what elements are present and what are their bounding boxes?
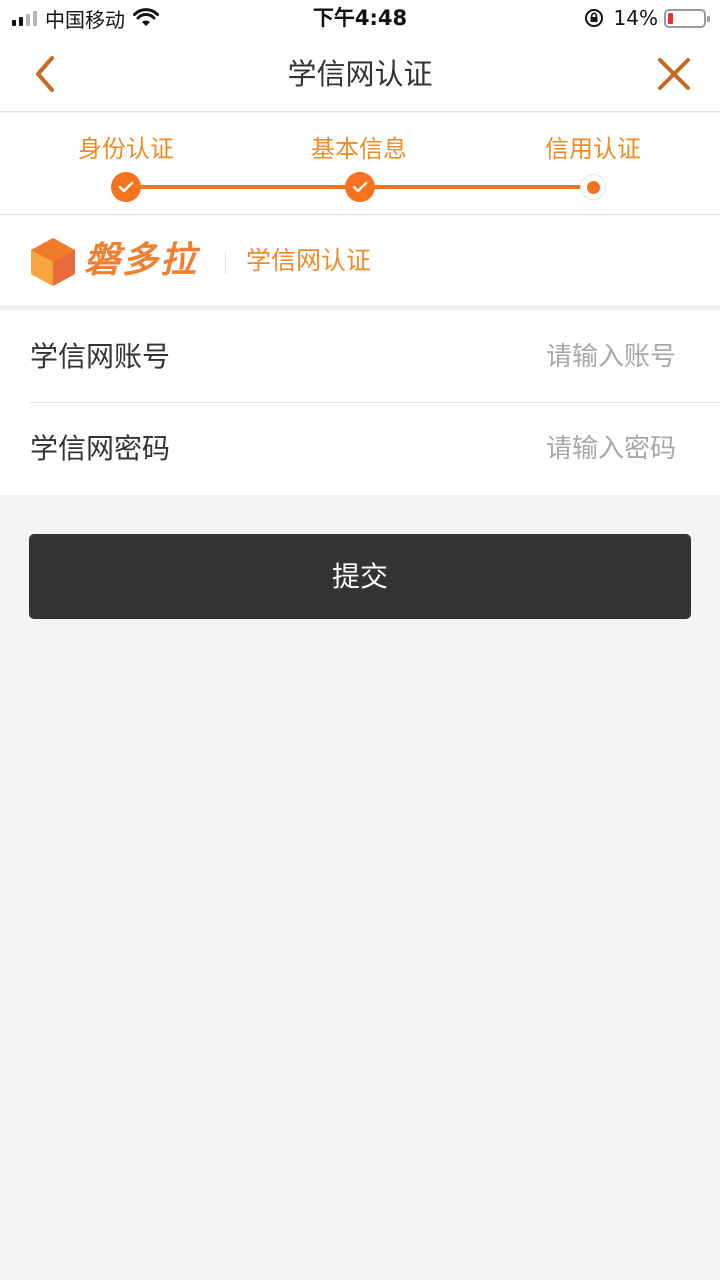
- chevron-left-icon[interactable]: [24, 54, 68, 94]
- page-title: 学信网认证: [287, 57, 433, 91]
- account-input[interactable]: [416, 335, 676, 379]
- brand-divider: [225, 252, 226, 274]
- login-form: 学信网账号 学信网密码: [0, 311, 720, 495]
- password-row: 学信网密码: [0, 403, 720, 495]
- rotation-lock-icon: [584, 9, 603, 27]
- step-current-marker: [580, 174, 606, 200]
- step-indicator: 身份认证 基本信息 信用认证: [0, 113, 720, 215]
- brand-name: 磐多拉: [84, 240, 199, 281]
- submit-button[interactable]: 提交: [29, 534, 691, 619]
- check-icon: [118, 181, 134, 193]
- step-label-credit: 信用认证: [545, 135, 641, 163]
- step-label-identity: 身份认证: [78, 135, 174, 163]
- password-label: 学信网密码: [30, 432, 171, 465]
- password-input[interactable]: [416, 427, 676, 471]
- account-label: 学信网账号: [30, 340, 171, 373]
- check-icon: [352, 181, 368, 193]
- close-icon[interactable]: [654, 54, 694, 94]
- step-label-basic-info: 基本信息: [311, 135, 407, 163]
- step-done-marker: [111, 172, 141, 202]
- status-right: 14%: [584, 4, 710, 32]
- battery-fill: [668, 12, 673, 24]
- brand-header: 磐多拉 学信网认证: [0, 216, 720, 308]
- step-progress-line: [360, 185, 593, 189]
- step-progress-line: [126, 185, 360, 189]
- brand-logo-icon: [31, 238, 75, 286]
- nav-bar: 学信网认证: [0, 36, 720, 112]
- battery-icon: [664, 8, 710, 28]
- account-row: 学信网账号: [0, 311, 720, 403]
- step-done-marker: [345, 172, 375, 202]
- battery-percent: 14%: [613, 6, 658, 30]
- status-bar: 中国移动 下午4:48 14%: [0, 0, 720, 36]
- brand-subtitle: 学信网认证: [246, 246, 372, 275]
